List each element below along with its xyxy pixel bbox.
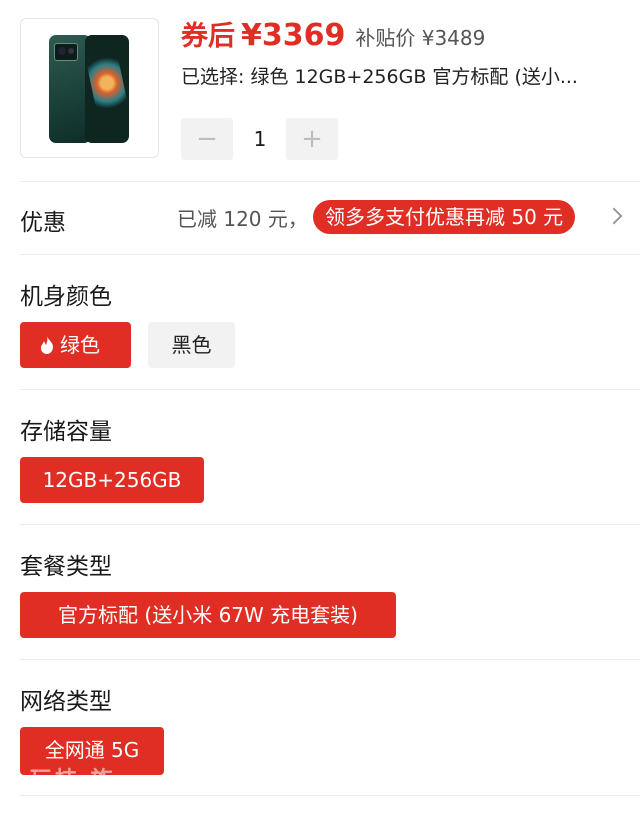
color-option-green[interactable]: 绿色 [20,322,131,368]
discount-reduced: 已减 120 元， [177,207,308,231]
divider [20,389,640,390]
divider [20,659,640,660]
divider [20,524,640,525]
watermark: 玩技 族 [30,768,116,793]
coupon-price: ¥3369 [241,18,346,53]
increase-button[interactable]: + [286,118,338,160]
package-title: 套餐类型 [20,554,112,580]
subsidy-price: 补贴价 ¥3489 [355,26,486,50]
color-title: 机身颜色 [20,284,112,310]
color-option-black[interactable]: 黑色 [148,322,235,368]
storage-option[interactable]: 12GB+256GB [20,457,204,503]
price-line: 券后 ¥3369 补贴价 ¥3489 [181,14,485,54]
chevron-right-icon[interactable] [605,207,623,225]
divider [20,795,640,796]
coupon-label: 券后 [181,21,235,52]
divider [20,254,640,255]
flame-icon [40,324,54,370]
storage-title: 存储容量 [20,419,112,445]
package-option[interactable]: 官方标配 (送小米 67W 充电套装) [20,592,396,638]
product-header: 券后 ¥3369 补贴价 ¥3489 已选择: 绿色 12GB+256GB 官方标配… [0,0,640,180]
promo-badge[interactable]: 领多多支付优惠再减 50 元 [313,200,576,234]
decrease-button[interactable]: − [181,118,233,160]
phone-front-image [85,35,129,143]
selected-spec: 已选择: 绿色 12GB+256GB 官方标配 (送小... [181,66,578,88]
quantity-value[interactable]: 1 [251,118,269,160]
discount-title: 优惠 [20,210,66,236]
network-title: 网络类型 [20,689,112,715]
product-thumbnail[interactable] [20,18,159,158]
color-option-label: 绿色 [60,333,100,357]
discount-row[interactable]: 优惠 已减 120 元， 领多多支付优惠再减 50 元 [0,182,640,254]
